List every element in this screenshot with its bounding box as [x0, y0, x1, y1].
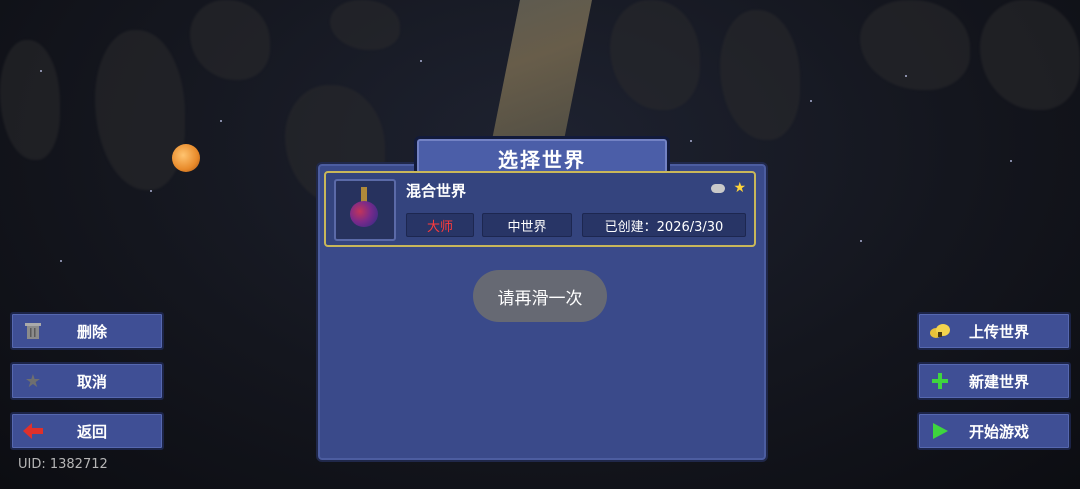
arrow-left-icon	[22, 420, 44, 442]
delete-button[interactable]: 删除	[10, 312, 164, 350]
star	[905, 75, 907, 77]
star	[40, 70, 42, 72]
play-icon	[929, 420, 951, 442]
delete-label: 删除	[76, 322, 107, 341]
star	[150, 190, 152, 192]
star-icon: ★	[24, 370, 42, 392]
cancel-label: 取消	[76, 372, 107, 391]
world-list-item[interactable]: 混合世界 ★ 大师 中世界 已创建：2026/3/30	[324, 171, 756, 247]
trash-icon	[22, 320, 44, 342]
planet	[172, 144, 200, 172]
back-label: 返回	[76, 422, 107, 441]
new-world-label: 新建世界	[968, 372, 1029, 391]
world-thumbnail	[334, 179, 396, 241]
meteor-trail	[490, 0, 592, 150]
tree-silhouette	[860, 0, 970, 90]
upload-world-button[interactable]: 上传世界	[917, 312, 1071, 350]
star	[420, 60, 422, 62]
star	[1010, 160, 1012, 162]
tree-silhouette	[0, 40, 60, 160]
start-game-button[interactable]: 开始游戏	[917, 412, 1071, 450]
plus-icon	[929, 370, 951, 392]
tree-silhouette	[330, 0, 400, 50]
favorite-star-icon[interactable]: ★	[733, 181, 746, 195]
cloud-icon[interactable]	[711, 183, 726, 193]
world-status-icons: ★	[711, 181, 746, 195]
new-world-button[interactable]: 新建世界	[917, 362, 1071, 400]
star	[60, 260, 62, 262]
cloud-upload-icon	[929, 320, 951, 342]
tree-silhouette	[610, 0, 700, 110]
tree-silhouette	[190, 0, 270, 80]
difficulty-tag: 大师	[406, 213, 474, 237]
star	[690, 140, 692, 142]
start-game-label: 开始游戏	[968, 422, 1029, 441]
toast-message: 请再滑一次	[473, 270, 607, 322]
tree-silhouette	[720, 10, 800, 140]
world-size-tag: 中世界	[482, 213, 572, 237]
world-name: 混合世界	[406, 182, 467, 200]
star	[860, 240, 862, 242]
back-button[interactable]: 返回	[10, 412, 164, 450]
star	[810, 100, 812, 102]
tree-silhouette	[95, 30, 185, 190]
star	[220, 120, 222, 122]
upload-world-label: 上传世界	[968, 322, 1029, 341]
user-id: UID: 1382712	[18, 457, 108, 472]
tree-silhouette	[980, 0, 1080, 110]
world-orb-icon	[350, 201, 378, 227]
cancel-button[interactable]: ★ 取消	[10, 362, 164, 400]
created-date-tag: 已创建：2026/3/30	[582, 213, 746, 237]
